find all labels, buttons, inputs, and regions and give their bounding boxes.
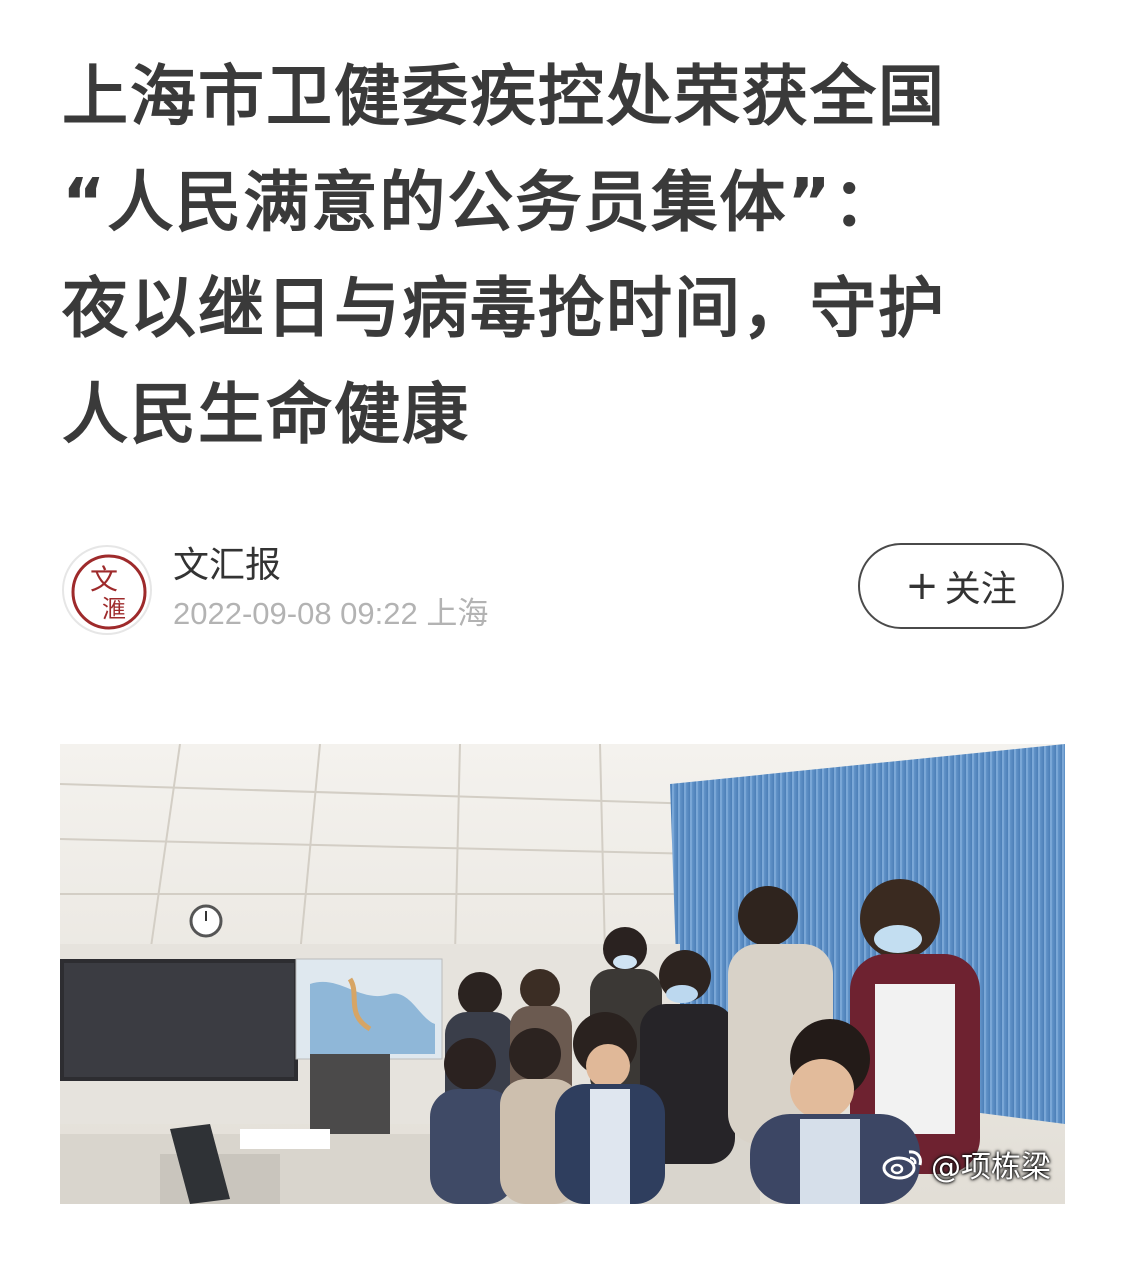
logo-char-1: 文 xyxy=(90,563,118,596)
watermark-text: @项栋梁 xyxy=(931,1150,1051,1185)
publish-location: 上海 xyxy=(426,596,489,631)
logo-char-2: 滙 xyxy=(102,595,126,623)
follow-button[interactable]: + 关注 xyxy=(858,543,1064,629)
author-avatar[interactable]: 文 滙 xyxy=(62,545,152,635)
weibo-watermark: @项栋梁 xyxy=(881,1144,1051,1185)
title-line-1: 上海市卫健委疾控处荣获全国 xyxy=(62,58,946,135)
author-name[interactable]: 文汇报 xyxy=(173,544,281,588)
publish-time: 2022-09-08 09:22 xyxy=(173,596,418,631)
title-line-2: “人民满意的公务员集体”： xyxy=(62,164,901,241)
wenhui-logo-icon: 文 滙 xyxy=(71,554,147,630)
author-row: 文 滙 文汇报 2022-09-08 09:22 上海 + 关注 xyxy=(62,540,1064,636)
office-team-photo xyxy=(60,744,1065,1204)
title-line-4: 人民生命健康 xyxy=(62,376,470,453)
weibo-icon xyxy=(882,1150,922,1180)
article-title: 上海市卫健委疾控处荣获全国 “人民满意的公务员集体”： 夜以继日与病毒抢时间，守… xyxy=(62,44,1072,468)
follow-label: 关注 xyxy=(944,569,1017,610)
title-line-3: 夜以继日与病毒抢时间，守护 xyxy=(62,270,946,347)
article-photo: @项栋梁 xyxy=(60,744,1065,1204)
author-meta: 2022-09-08 09:22 上海 xyxy=(173,594,488,634)
plus-icon: + xyxy=(905,563,939,609)
